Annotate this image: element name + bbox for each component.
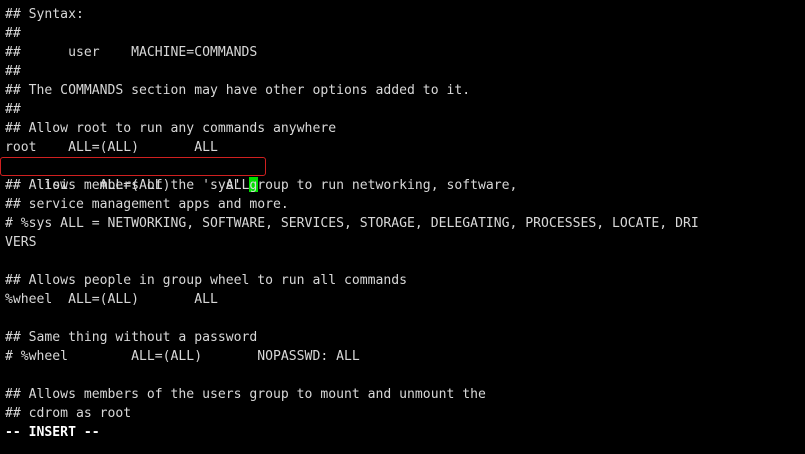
- editor-line: ## Allows members of the 'sys' group to …: [5, 178, 518, 193]
- editor-line: # %sys ALL = NETWORKING, SOFTWARE, SERVI…: [5, 216, 699, 231]
- mode-indicator: -- INSERT --: [5, 425, 100, 440]
- editor-line: ## Allow root to run any commands anywhe…: [5, 121, 337, 136]
- editor-line: root ALL=(ALL) ALL: [5, 140, 218, 155]
- editor-line: ##: [5, 102, 21, 117]
- current-edited-line[interactable]: lisi ALL=(ALL) ALL: [0, 157, 805, 193]
- terminal-editor[interactable]: ## Syntax: ## ## user MACHINE=COMMANDS #…: [0, 5, 805, 442]
- editor-line: ## Allows members of the users group to …: [5, 387, 486, 402]
- editor-line: VERS: [5, 235, 37, 250]
- editor-line: ## user MACHINE=COMMANDS: [5, 45, 258, 60]
- editor-line: ##: [5, 64, 21, 79]
- editor-line: ## The COMMANDS section may have other o…: [5, 83, 471, 98]
- editor-line: ## Syntax:: [5, 7, 84, 22]
- editor-line: ##: [5, 26, 21, 41]
- highlight-box: [0, 157, 266, 176]
- editor-line: ## service management apps and more.: [5, 197, 289, 212]
- editor-line: ## Allows people in group wheel to run a…: [5, 273, 408, 288]
- editor-line: # %wheel ALL=(ALL) NOPASSWD: ALL: [5, 349, 360, 364]
- editor-line: ## cdrom as root: [5, 406, 132, 421]
- editor-line: %wheel ALL=(ALL) ALL: [5, 292, 218, 307]
- editor-line: ## Same thing without a password: [5, 330, 258, 345]
